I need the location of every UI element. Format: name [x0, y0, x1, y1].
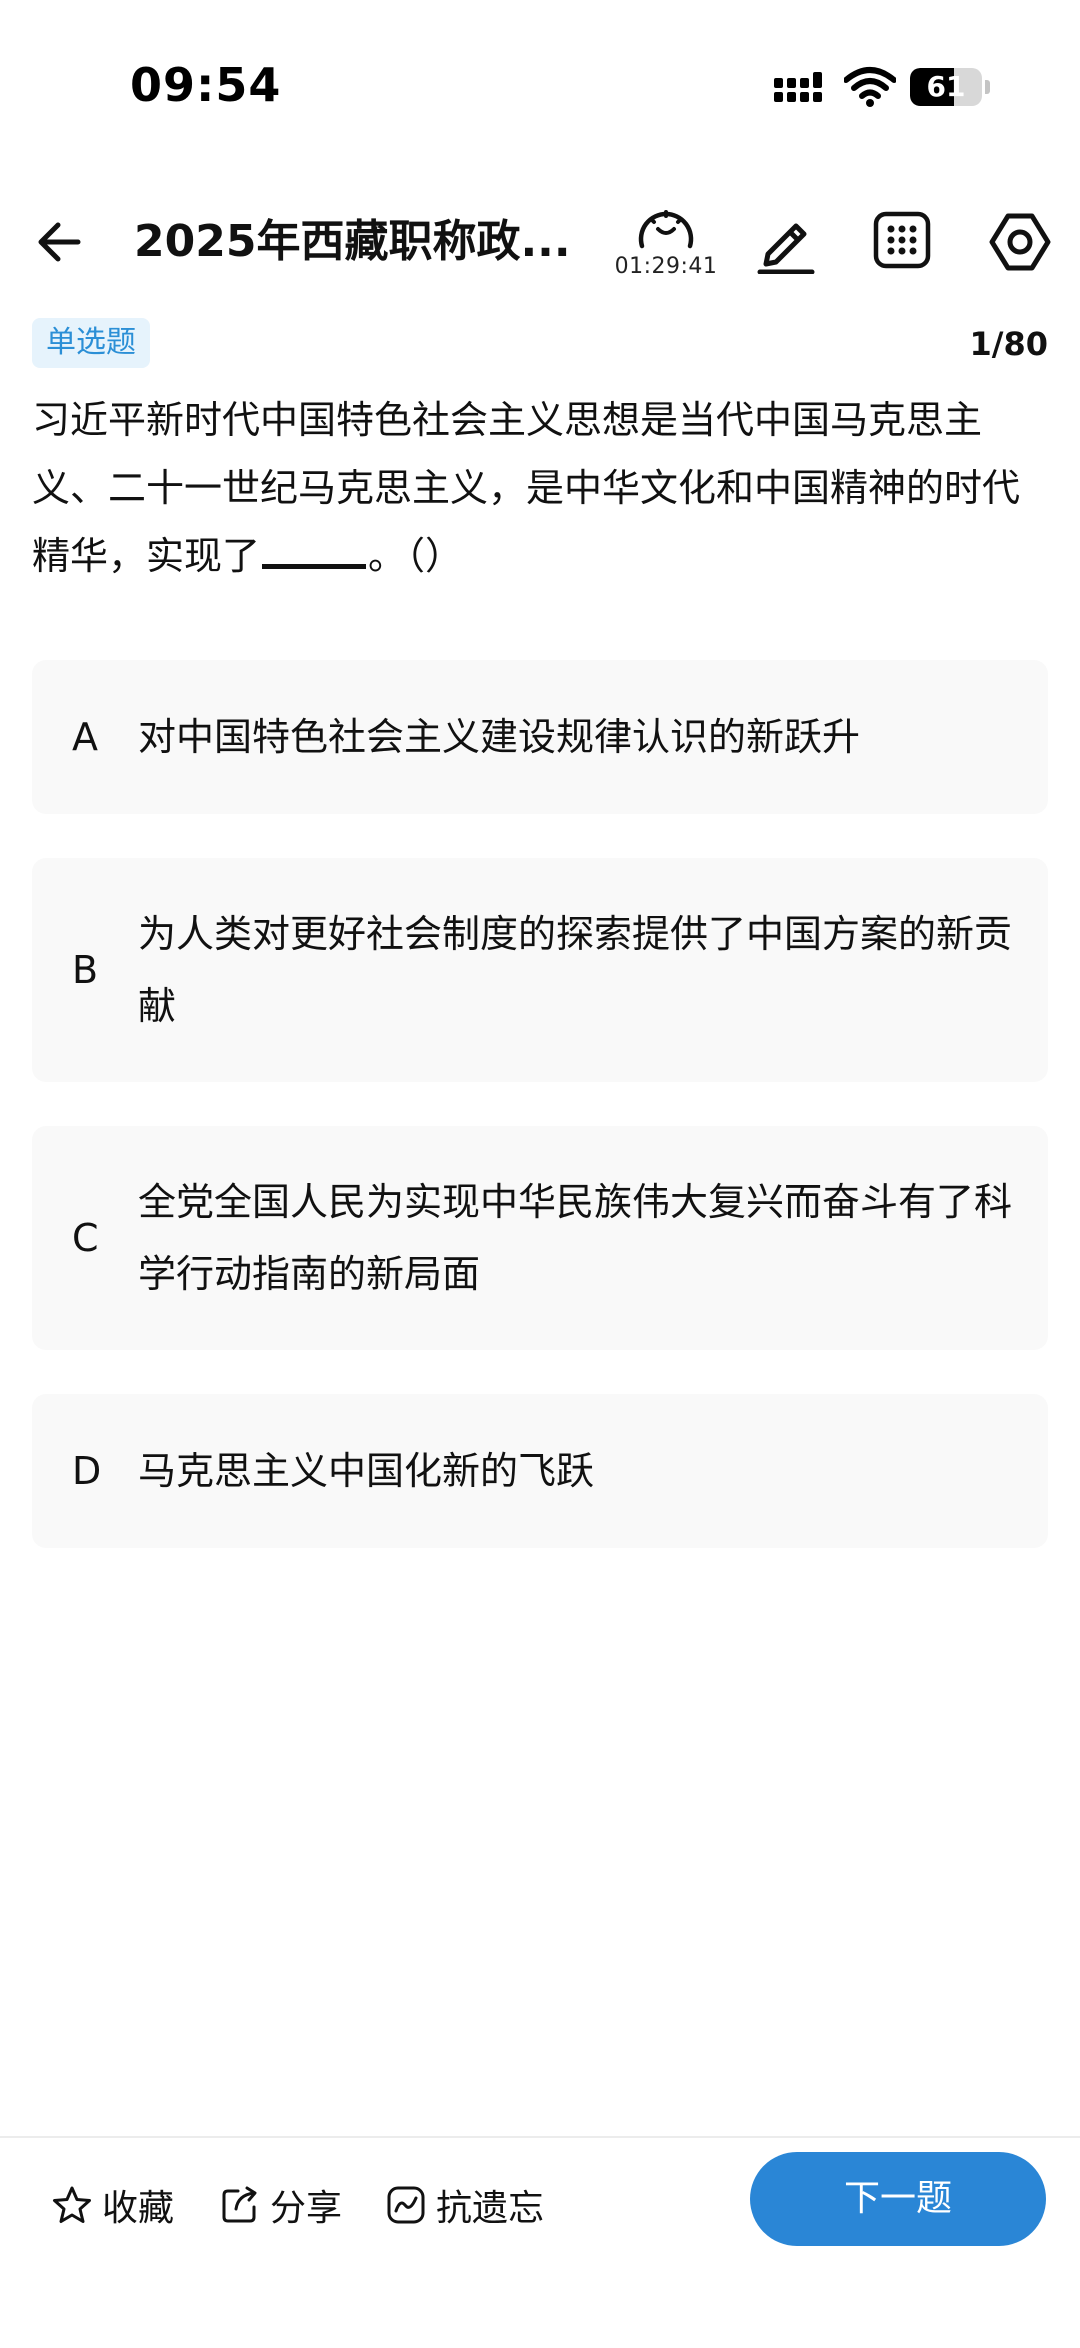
- arrow-left-icon: [38, 222, 81, 262]
- question-blank: [262, 539, 367, 569]
- anti-forget-label: 抗遗忘: [436, 2188, 545, 2229]
- clock-icon: [638, 210, 694, 249]
- favorite-label: 收藏: [102, 2188, 175, 2229]
- status-bar: 09:54 61: [0, 0, 1080, 180]
- status-icons: 61: [0, 0, 1080, 180]
- battery-icon: 61: [910, 68, 990, 108]
- option-text: 对中国特色社会主义建设规律认识的新跃升: [138, 715, 861, 759]
- pencil-icon: [757, 223, 815, 275]
- share-button[interactable]: 分享: [220, 2170, 342, 2240]
- next-question-button[interactable]: 下一题: [750, 2152, 1046, 2246]
- battery-level: 61: [926, 70, 966, 103]
- question-progress: 1/80: [969, 325, 1048, 363]
- option-a[interactable]: A 对中国特色社会主义建设规律认识的新跃升: [32, 660, 1048, 814]
- timer-text: 01:29:41: [614, 254, 718, 279]
- header: 2025年西藏职称政... 01:29:41: [0, 190, 1080, 290]
- question-type-badge: 单选题: [32, 318, 150, 368]
- hexagon-settings-icon: [989, 213, 1051, 271]
- page-title: 2025年西藏职称政...: [134, 216, 571, 267]
- option-text: 马克思主义中国化新的飞跃: [138, 1449, 595, 1493]
- question-text: 习近平新时代中国特色社会主义思想是当代中国马克思主义、二十一世纪马克思主义，是中…: [32, 386, 1048, 590]
- timer-button[interactable]: 01:29:41: [612, 202, 720, 282]
- question-text-before: 习近平新时代中国特色社会主义思想是当代中国马克思主义、二十一世纪马克思主义，是中…: [32, 398, 1021, 578]
- trend-icon: [387, 2186, 425, 2224]
- grid-icon: [873, 211, 931, 269]
- settings-button[interactable]: [988, 210, 1052, 274]
- share-icon: [222, 2186, 257, 2223]
- option-letter: D: [72, 1449, 102, 1493]
- back-button[interactable]: [30, 212, 90, 272]
- bottom-bar: 收藏 分享 抗遗忘 下一题: [0, 2138, 1080, 2348]
- option-b[interactable]: B 为人类对更好社会制度的探索提供了中国方案的新贡献: [32, 858, 1048, 1082]
- option-letter: B: [72, 948, 99, 992]
- answer-sheet-button[interactable]: [872, 210, 932, 270]
- option-text: 为人类对更好社会制度的探索提供了中国方案的新贡献: [138, 912, 1013, 1028]
- favorite-button[interactable]: 收藏: [52, 2170, 174, 2240]
- option-letter: C: [72, 1216, 99, 1260]
- question-text-after: 。（）: [368, 534, 464, 578]
- share-label: 分享: [270, 2188, 343, 2229]
- anti-forget-button[interactable]: 抗遗忘: [386, 2170, 544, 2240]
- battery-body: 61: [910, 68, 982, 106]
- quiz-screen: 09:54 61 2025年西藏职称政... 01:29:41 单选题 1/80…: [0, 0, 1080, 2348]
- cellular-signal-icon: [774, 72, 822, 102]
- option-c[interactable]: C 全党全国人民为实现中华民族伟大复兴而奋斗有了科学行动指南的新局面: [32, 1126, 1048, 1350]
- option-text: 全党全国人民为实现中华民族伟大复兴而奋斗有了科学行动指南的新局面: [138, 1180, 1013, 1296]
- option-d[interactable]: D 马克思主义中国化新的飞跃: [32, 1394, 1048, 1548]
- star-icon: [53, 2186, 91, 2223]
- edit-button[interactable]: [754, 210, 818, 275]
- wifi-icon: [844, 67, 896, 107]
- option-letter: A: [72, 715, 98, 759]
- battery-tip: [985, 80, 990, 94]
